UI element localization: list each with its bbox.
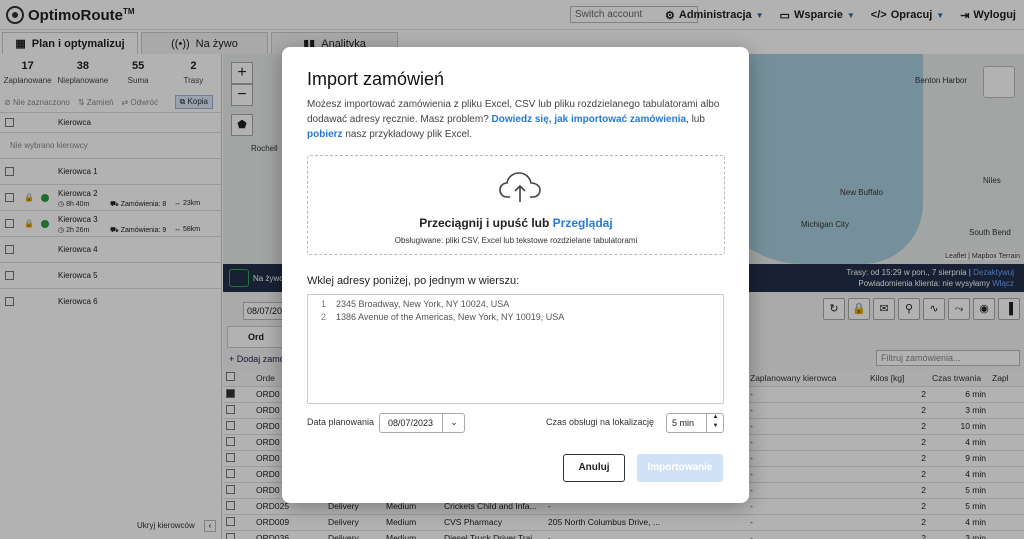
import-orders-dialog: Import zamówień Możesz importować zamówi… <box>282 47 749 503</box>
file-dropzone[interactable]: Przeciągnij i upuść lub Przeglądaj Obsłu… <box>307 155 725 255</box>
addresses-textarea[interactable]: 1 2345 Broadway, New York, NY 10024, USA … <box>307 294 724 404</box>
dialog-description: Możesz importować zamówienia z pliku Exc… <box>307 99 720 140</box>
stepper-arrows-icon[interactable]: ▲ ▼ <box>706 413 724 433</box>
supported-formats: Obsługiwane: pliki CSV, Excel lub teksto… <box>394 236 638 245</box>
learn-import-link[interactable]: Dowiedz się, jak importować zamówienia <box>492 114 687 125</box>
chevron-down-icon[interactable]: ⌄ <box>442 413 465 433</box>
download-sample-link[interactable]: pobierz <box>307 129 343 140</box>
textarea-line: 2 1386 Avenue of the Americas, New York, … <box>320 312 565 322</box>
browse-link[interactable]: Przeglądaj <box>553 216 613 230</box>
date-label: Data planowania <box>307 417 375 427</box>
cloud-upload-icon <box>499 172 541 202</box>
drop-text: Przeciągnij i upuść lub <box>419 216 553 230</box>
textarea-line: 1 2345 Broadway, New York, NY 10024, USA <box>320 299 510 309</box>
import-button[interactable]: Importowanie <box>637 454 723 482</box>
service-time-label: Czas obsługi na lokalizację <box>546 417 655 427</box>
paste-label: Wklej adresy poniżej, po jednym w wiersz… <box>307 275 520 287</box>
cancel-button[interactable]: Anuluj <box>563 454 625 482</box>
dialog-title: Import zamówień <box>307 69 445 89</box>
